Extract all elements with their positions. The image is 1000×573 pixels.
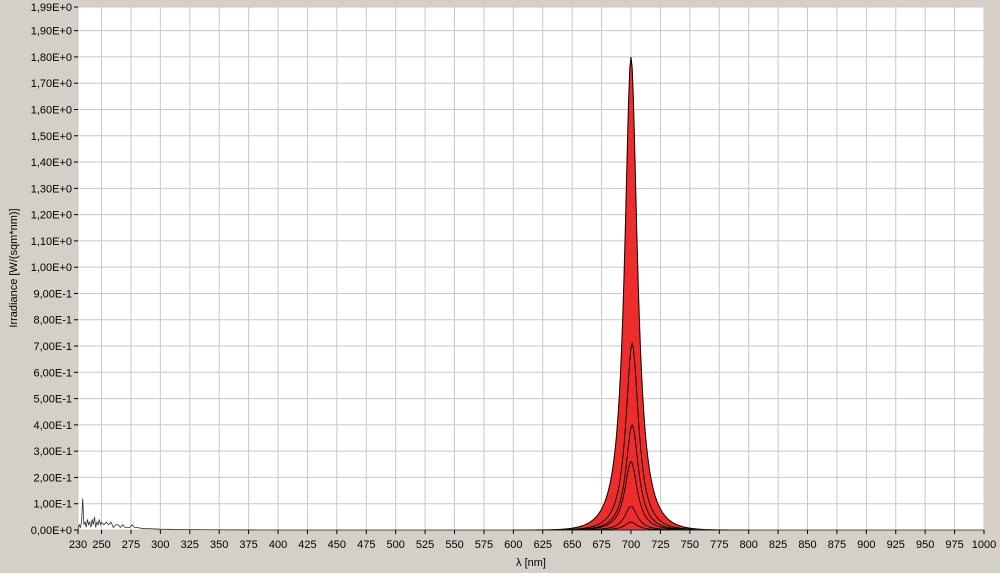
y-tick-label: 8,00E-1: [33, 315, 72, 327]
x-tick-label: 1000: [972, 539, 996, 551]
y-tick-label: 1,90E+0: [31, 26, 72, 38]
x-tick-label: 625: [534, 539, 552, 551]
x-tick-label: 950: [916, 539, 934, 551]
x-tick-label: 475: [357, 539, 375, 551]
x-axis-title: λ [nm]: [516, 557, 546, 569]
y-tick-label: 1,10E+0: [31, 236, 72, 248]
x-tick-label: 750: [681, 539, 699, 551]
y-tick-label: 1,50E+0: [31, 131, 72, 143]
x-tick-label: 725: [651, 539, 669, 551]
y-tick-label: 1,70E+0: [31, 78, 72, 90]
x-tick-label: 875: [828, 539, 846, 551]
x-tick-label: 350: [210, 539, 228, 551]
x-tick-label: 600: [504, 539, 522, 551]
x-tick-label: 800: [739, 539, 757, 551]
x-tick-label: 675: [592, 539, 610, 551]
x-tick-label: 425: [298, 539, 316, 551]
x-tick-label: 900: [857, 539, 875, 551]
x-tick-label: 700: [622, 539, 640, 551]
x-tick-label: 975: [945, 539, 963, 551]
y-tick-label: 0,00E+0: [31, 525, 72, 537]
y-tick-label: 9,00E-1: [33, 288, 72, 300]
x-tick-label: 550: [445, 539, 463, 551]
x-tick-label: 775: [710, 539, 728, 551]
spectrum-chart-svg: 0,00E+0 1,00E-1 2,00E-1 3,00E-1 4,00E-1 5,00E…: [0, 0, 1000, 573]
y-tick-label: 1,40E+0: [31, 157, 72, 169]
y-tick-label: 1,20E+0: [31, 210, 72, 222]
x-tick-label: 400: [269, 539, 287, 551]
y-axis-ticks: 0,00E+0 1,00E-1 2,00E-1 3,00E-1 4,00E-1 5,00E…: [31, 2, 78, 537]
x-tick-label: 575: [475, 539, 493, 551]
y-tick-label: 3,00E-1: [33, 446, 72, 458]
x-tick-label: 230: [69, 539, 87, 551]
x-tick-label: 525: [416, 539, 434, 551]
x-tick-label: 500: [387, 539, 405, 551]
y-tick-label: 1,60E+0: [31, 104, 72, 116]
y-tick-label: 1,80E+0: [31, 52, 72, 64]
x-tick-label: 250: [92, 539, 110, 551]
y-tick-label: 5,00E-1: [33, 394, 72, 406]
x-tick-label: 275: [122, 539, 140, 551]
x-tick-label: 825: [769, 539, 787, 551]
y-tick-label: 1,30E+0: [31, 183, 72, 195]
spectrum-chart: 0,00E+0 1,00E-1 2,00E-1 3,00E-1 4,00E-1 5,00E…: [0, 0, 1000, 573]
x-tick-label: 650: [563, 539, 581, 551]
x-tick-label: 325: [181, 539, 199, 551]
x-tick-label: 850: [798, 539, 816, 551]
x-tick-label: 300: [151, 539, 169, 551]
y-tick-label: 1,99E+0: [31, 2, 72, 14]
x-tick-label: 450: [328, 539, 346, 551]
y-tick-label: 1,00E+0: [31, 262, 72, 274]
x-tick-label: 375: [239, 539, 257, 551]
x-tick-label: 925: [887, 539, 905, 551]
y-tick-label: 1,00E-1: [33, 499, 72, 511]
y-tick-label: 7,00E-1: [33, 341, 72, 353]
y-tick-label: 2,00E-1: [33, 472, 72, 484]
y-axis-title: Irradiance [W/(sqm*nm)]: [8, 208, 20, 327]
y-tick-label: 6,00E-1: [33, 367, 72, 379]
y-tick-label: 4,00E-1: [33, 420, 72, 432]
